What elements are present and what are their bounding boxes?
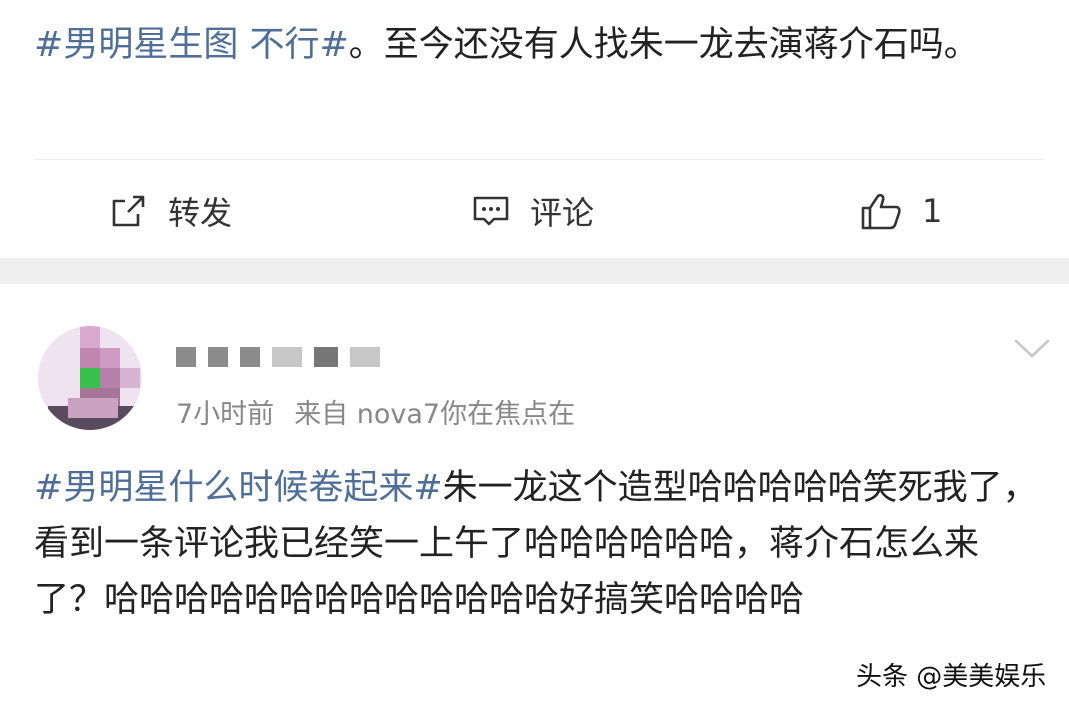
- post-card: 7小时前 来自 nova7你在焦点在 #男明星什么时候卷起来#朱一龙这个造型哈哈哈…: [0, 284, 1069, 706]
- post-text: #男明星生图 不行#。至今还没有人找朱一龙去演蒋介石吗。: [34, 14, 1044, 76]
- comment-icon: [470, 190, 512, 232]
- comment-label: 评论: [530, 194, 595, 232]
- like-button[interactable]: 1: [858, 176, 942, 246]
- divider: [34, 159, 1044, 160]
- post-source: 来自 nova7你在焦点在: [294, 399, 576, 430]
- chevron-down-icon[interactable]: [1012, 336, 1052, 366]
- topic-hashtag[interactable]: #男明星生图 不行#: [34, 25, 349, 65]
- post-meta: 7小时前 来自 nova7你在焦点在: [176, 392, 575, 431]
- watermark: 头条 @美美娱乐: [852, 654, 1051, 695]
- topic-hashtag[interactable]: #男明星什么时候卷起来#: [34, 468, 443, 508]
- post-text: #男明星什么时候卷起来#朱一龙这个造型哈哈哈哈哈笑死我了，看到一条评论我已经笑一…: [34, 460, 1044, 628]
- share-icon: [108, 190, 150, 232]
- action-bar: 转发 评论 1: [0, 176, 1069, 246]
- thumbs-up-icon: [858, 188, 904, 234]
- post-card: #男明星生图 不行#。至今还没有人找朱一龙去演蒋介石吗。 转发 评论 1: [0, 0, 1069, 258]
- forward-label: 转发: [168, 194, 233, 232]
- username-redacted[interactable]: [176, 342, 380, 372]
- forward-button[interactable]: 转发: [108, 176, 232, 246]
- feed-separator: [0, 258, 1069, 284]
- like-count: 1: [922, 192, 943, 230]
- weibo-feed: #男明星生图 不行#。至今还没有人找朱一龙去演蒋介石吗。 转发 评论 1 7小时…: [0, 0, 1069, 706]
- avatar[interactable]: [38, 326, 142, 430]
- post-time: 7小时前: [176, 399, 275, 430]
- post-body: 。至今还没有人找朱一龙去演蒋介石吗。: [348, 25, 979, 65]
- comment-button[interactable]: 评论: [470, 176, 594, 246]
